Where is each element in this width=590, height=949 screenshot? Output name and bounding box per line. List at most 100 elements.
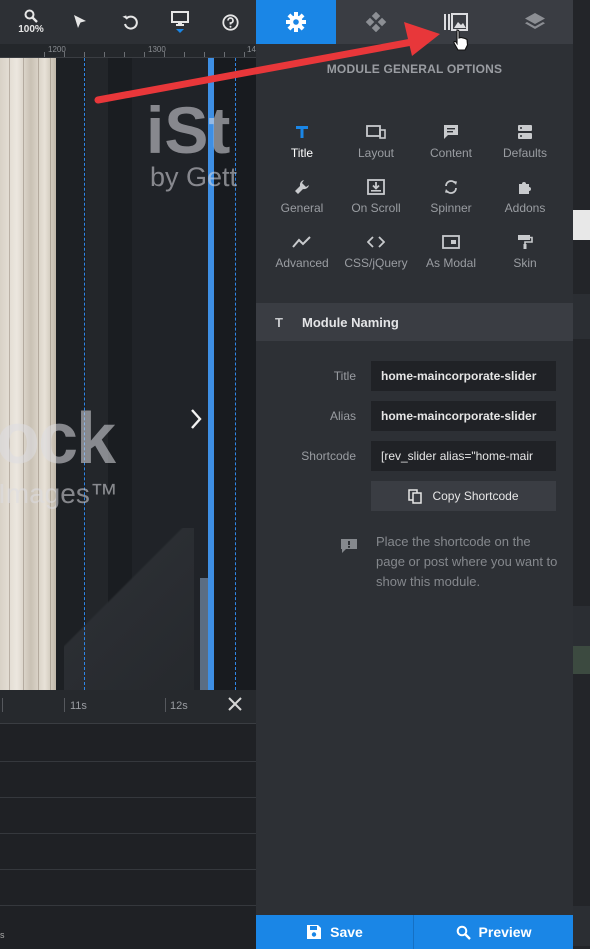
help-button[interactable] (207, 0, 253, 44)
option-label: On Scroll (351, 201, 401, 215)
background-window-strip (573, 0, 590, 949)
close-timeline-button[interactable] (228, 694, 242, 717)
next-slide-arrow[interactable] (190, 408, 202, 436)
option-title[interactable]: Title (264, 121, 340, 167)
settings-panel: MODULE GENERAL OPTIONS Title Layout Cont… (256, 0, 573, 949)
option-advanced[interactable]: Advanced (264, 231, 340, 277)
advanced-icon (292, 231, 312, 253)
content-icon (443, 121, 459, 143)
option-css-jquery[interactable]: CSS/jQuery (338, 231, 414, 277)
option-skin[interactable]: Skin (487, 231, 563, 277)
option-label: Layout (357, 146, 395, 160)
search-icon (456, 925, 471, 940)
ruler-label: 14 (247, 45, 256, 54)
tab-navigation[interactable] (336, 0, 416, 44)
option-label: CSS/jQuery (344, 256, 408, 270)
shortcode-field-label: Shortcode (301, 449, 356, 463)
gamepad-icon (365, 12, 387, 32)
layers-icon (524, 13, 545, 29)
hand-cursor-icon (453, 29, 469, 51)
layout-icon (366, 121, 386, 143)
slide-background-image (0, 58, 56, 690)
alias-field-label: Alias (329, 409, 356, 423)
bottom-action-bar: Save Preview (256, 915, 573, 949)
horizontal-ruler: 1200 1300 14 (0, 44, 256, 58)
panel-tabs (256, 0, 573, 51)
timeline-label: 12s (170, 700, 188, 712)
modal-icon (442, 231, 460, 253)
text-icon: T (275, 314, 283, 330)
title-field-label: Title (333, 369, 356, 383)
option-layout[interactable]: Layout (338, 121, 414, 167)
save-label: Save (330, 924, 363, 940)
gear-icon (286, 12, 306, 32)
slide-canvas[interactable]: iSt by Gett ock Images™ (0, 58, 256, 690)
option-label: Advanced (275, 256, 329, 270)
watermark-brand: iSt (146, 93, 231, 167)
option-label: Addons (504, 201, 546, 215)
preview-button[interactable]: Preview (414, 915, 573, 949)
defaults-icon (517, 121, 533, 143)
title-icon (295, 121, 309, 143)
close-icon (228, 697, 242, 711)
chevron-right-icon (191, 409, 202, 429)
select-tool-button[interactable] (57, 0, 103, 44)
option-label: As Modal (425, 256, 477, 270)
device-view-button[interactable] (157, 0, 203, 44)
option-label: Content (429, 146, 473, 160)
editor-window: 100% 1200 1300 14 iSt by Gett ock Images… (0, 0, 590, 949)
timeline-header: 11s 12s (0, 690, 256, 724)
preview-label: Preview (478, 924, 532, 940)
copy-shortcode-label: Copy Shortcode (432, 489, 519, 503)
shortcode-info-text: Place the shortcode on the page or post … (376, 534, 558, 589)
watermark-stock: ock (0, 399, 116, 479)
option-label: Title (290, 146, 314, 160)
copy-shortcode-button[interactable]: Copy Shortcode (371, 481, 556, 511)
grid-guide-line (235, 58, 236, 690)
active-device-indicator (176, 29, 184, 33)
option-defaults[interactable]: Defaults (487, 121, 563, 167)
option-label: Spinner (430, 201, 472, 215)
info-message-icon (341, 539, 357, 553)
canvas-toolbar: 100% (0, 0, 256, 44)
copy-icon (408, 488, 423, 504)
grid-guide-line (84, 58, 85, 690)
alias-field[interactable] (371, 401, 556, 431)
spinner-icon (443, 176, 459, 198)
section-module-naming[interactable]: T Module Naming (256, 303, 573, 341)
watermark-sub: by Gett (150, 162, 238, 192)
magnifier-icon (24, 9, 38, 23)
save-button[interactable]: Save (256, 915, 414, 949)
panel-title: MODULE GENERAL OPTIONS (326, 62, 503, 76)
cursor-arrow-icon (74, 15, 86, 28)
option-label: Defaults (502, 146, 548, 160)
timeline-panel: 11s 12s s (0, 690, 256, 949)
on-scroll-icon (367, 176, 385, 198)
floppy-disk-icon (307, 925, 322, 939)
zoom-button[interactable]: 100% (8, 0, 54, 44)
option-addons[interactable]: Addons (487, 176, 563, 222)
wrench-icon (294, 176, 310, 198)
timeline-label: 11s (70, 700, 87, 712)
puzzle-icon (517, 176, 533, 198)
zoom-level: 100% (18, 24, 44, 35)
undo-icon (122, 15, 138, 30)
help-icon (221, 13, 239, 31)
paint-roller-icon (517, 231, 533, 253)
option-content[interactable]: Content (413, 121, 489, 167)
title-field[interactable] (371, 361, 556, 391)
tab-module-settings[interactable] (256, 0, 336, 44)
option-general[interactable]: General (264, 176, 340, 222)
desktop-icon (171, 11, 189, 26)
shortcode-field[interactable] (371, 441, 556, 471)
tab-layers[interactable] (496, 0, 573, 44)
option-on-scroll[interactable]: On Scroll (338, 176, 414, 222)
option-label: Skin (513, 256, 537, 270)
undo-button[interactable] (107, 0, 153, 44)
timeline-scroll-marker[interactable]: s (0, 930, 5, 944)
option-label: General (280, 201, 324, 215)
watermark-images: Images™ (0, 478, 118, 509)
option-spinner[interactable]: Spinner (413, 176, 489, 222)
option-as-modal[interactable]: As Modal (413, 231, 489, 277)
code-icon (367, 231, 385, 253)
